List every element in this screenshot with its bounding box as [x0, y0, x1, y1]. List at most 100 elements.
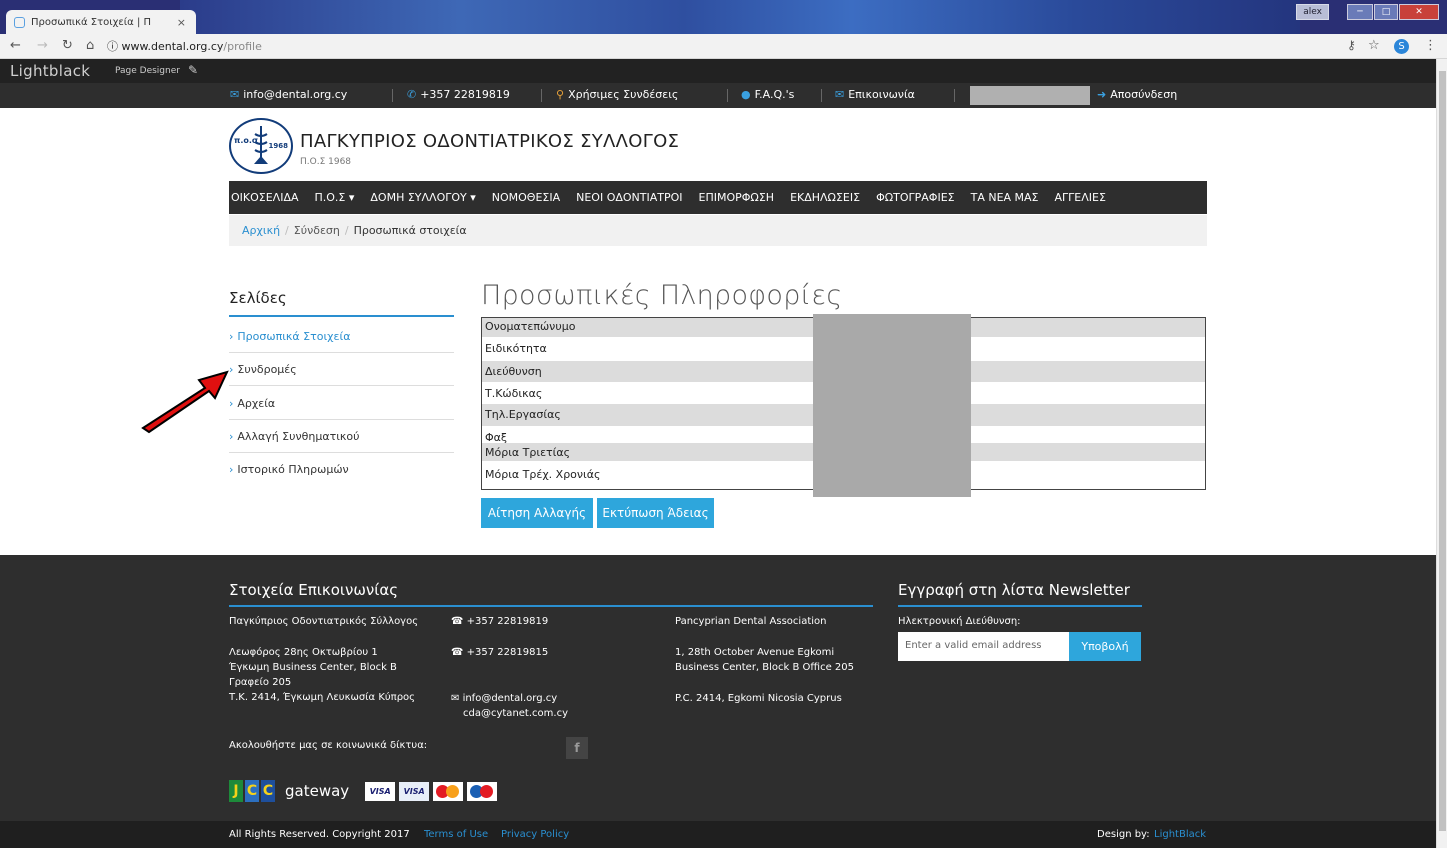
- topbar-logout[interactable]: ➜ Αποσύνδεση: [1097, 88, 1177, 101]
- footer-fax: ☎ +357 22819815: [451, 645, 548, 660]
- nav-item-new-dentists[interactable]: ΝΕΟΙ ΟΔΟΝΤΙΑΤΡΟΙ: [568, 191, 690, 204]
- address-english-line1: 1, 28th October Avenue Egkomi: [675, 647, 835, 658]
- sidebar-item-label: Αρχεία: [237, 397, 276, 410]
- row-label: Τηλ.Εργασίας: [485, 408, 561, 421]
- maximize-icon[interactable]: □: [1374, 4, 1398, 20]
- maestro-logo: [467, 781, 498, 801]
- address-greek-line3: Γραφείο 205: [229, 677, 292, 688]
- site-subtitle: Π.Ο.Σ 1968: [300, 157, 352, 167]
- nav-item-ads[interactable]: ΑΓΓΕΛΙΕΣ: [1047, 191, 1114, 204]
- pencil-icon[interactable]: ✎: [188, 63, 198, 77]
- breadcrumb-home[interactable]: Αρχική: [242, 224, 280, 237]
- url-field[interactable]: ⓘ www.dental.org.cy/profile: [107, 38, 262, 54]
- newsletter-title: Εγγραφή στη λίστα Newsletter: [898, 581, 1142, 607]
- page-scrollbar[interactable]: [1436, 59, 1447, 848]
- breadcrumb-separator: /: [285, 224, 289, 237]
- profile-badge[interactable]: alex: [1296, 4, 1329, 20]
- browser-tab[interactable]: Προσωπικά Στοιχεία | Π ×: [6, 10, 196, 34]
- breadcrumb-login[interactable]: Σύνδεση: [294, 224, 340, 237]
- topbar-phone[interactable]: ✆ +357 22819819: [407, 88, 510, 101]
- site-title[interactable]: ΠΑΓΚΥΠΡΙΟΣ ΟΔΟΝΤΙΑΤΡΙΚΟΣ ΣΥΛΛΟΓΟΣ: [300, 131, 679, 152]
- sidebar-item-label: Ιστορικό Πληρωμών: [237, 463, 349, 476]
- request-change-button[interactable]: Αίτηση Αλλαγής: [481, 498, 593, 528]
- newsletter-email-label: Ηλεκτρονική Διεύθυνση:: [898, 616, 1021, 627]
- facebook-icon[interactable]: f: [566, 737, 588, 759]
- footer-tel-text: +357 22819819: [466, 616, 549, 627]
- sidebar-item-label: Προσωπικά Στοιχεία: [237, 330, 351, 343]
- phone-icon: ☎: [451, 616, 467, 627]
- extension-icon[interactable]: S: [1394, 39, 1409, 54]
- tab-title: Προσωπικά Στοιχεία | Π: [31, 16, 152, 28]
- footer-email-2[interactable]: cda@cytanet.com.cy: [463, 706, 568, 721]
- star-icon[interactable]: ☆: [1368, 38, 1380, 53]
- nav-item-structure[interactable]: ΔΟΜΗ ΣΥΛΛΟΓΟΥ ▾: [362, 191, 483, 204]
- menu-icon[interactable]: ⋮: [1424, 38, 1437, 53]
- copyright-text: All Rights Reserved. Copyright 2017: [229, 829, 410, 840]
- home-icon[interactable]: ⌂: [86, 38, 94, 53]
- topbar-faq[interactable]: ● F.A.Q.'s: [741, 88, 794, 101]
- sidebar-item-files[interactable]: › Αρχεία: [229, 387, 454, 420]
- back-icon[interactable]: ←: [10, 38, 21, 53]
- nav-item-training[interactable]: ΕΠΙΜΟΡΦΩΣΗ: [691, 191, 783, 204]
- row-label: Ονοματεπώνυμο: [485, 320, 576, 333]
- mastercard-logo: [433, 781, 464, 801]
- sidebar-item-personal-info[interactable]: › Προσωπικά Στοιχεία: [229, 320, 454, 353]
- topbar-links[interactable]: ⚲ Χρήσιμες Συνδέσεις: [556, 88, 678, 101]
- newsletter-submit-button[interactable]: Υποβολή: [1069, 632, 1141, 661]
- nav-item-events[interactable]: ΕΚΔΗΛΩΣΕΙΣ: [782, 191, 868, 204]
- sidebar-item-label: Συνδρομές: [237, 363, 297, 376]
- divider: [392, 89, 393, 102]
- sidebar-item-payment-history[interactable]: › Ιστορικό Πληρωμών: [229, 453, 454, 486]
- minimize-icon[interactable]: ─: [1347, 4, 1373, 20]
- visa-electron-logo: VISA: [399, 781, 430, 801]
- footer-fax-text: +357 22819815: [466, 647, 549, 658]
- sidebar-item-subscriptions[interactable]: › Συνδρομές: [229, 353, 454, 386]
- nav-item-pos[interactable]: Π.Ο.Σ ▾: [307, 191, 363, 204]
- mail-icon: ✉: [835, 88, 845, 101]
- gateway-label: gateway: [285, 782, 350, 800]
- breadcrumb-current: Προσωπικά στοιχεία: [353, 224, 467, 237]
- copyright-bar: All Rights Reserved. Copyright 2017 Term…: [0, 821, 1436, 848]
- page-designer-label[interactable]: Page Designer: [115, 66, 180, 76]
- footer-email[interactable]: ✉ info@dental.org.cy: [451, 691, 557, 706]
- logo-text-right: 1968: [268, 142, 288, 150]
- lightblack-logo[interactable]: Lightblack: [10, 62, 90, 80]
- association-logo[interactable]: π.ο.σ 1968: [229, 118, 293, 174]
- topbar-contact[interactable]: ✉ Επικοινωνία: [835, 88, 915, 101]
- phone-icon: ✆: [407, 88, 417, 101]
- address-greek-line4: Τ.Κ. 2414, Έγκωμη Λευκωσία Κύπρος: [229, 692, 416, 703]
- print-license-button[interactable]: Εκτύπωση Άδειας: [597, 498, 714, 528]
- privacy-link[interactable]: Privacy Policy: [501, 829, 569, 840]
- row-label: Διεύθυνση: [485, 365, 542, 378]
- reload-icon[interactable]: ↻: [62, 38, 73, 53]
- topbar-email[interactable]: ✉ info@dental.org.cy: [230, 88, 347, 101]
- footer-contact-title: Στοιχεία Επικοινωνίας: [229, 581, 873, 607]
- jcc-letter-c2: C: [261, 780, 275, 802]
- topbar-faq-text: F.A.Q.'s: [754, 88, 795, 101]
- nav-item-news[interactable]: ΤΑ ΝΕΑ ΜΑΣ: [963, 191, 1047, 204]
- nav-item-home[interactable]: ΟΙΚΟΣΕΛΙΔΑ: [231, 191, 307, 204]
- url-path: /profile: [223, 40, 262, 53]
- design-by-link[interactable]: LightBlack: [1154, 829, 1206, 840]
- info-icon: ⓘ: [107, 40, 118, 53]
- nav-item-legislation[interactable]: ΝΟΜΟΘΕΣΙΑ: [484, 191, 568, 204]
- address-greek-line2: Έγκωμη Business Center, Block B: [229, 662, 397, 673]
- page-title: Προσωπικές Πληροφορίες: [481, 280, 843, 311]
- scrollbar-thumb[interactable]: [1439, 71, 1446, 831]
- address-greek-line1: Λεωφόρος 28ης Οκτωβρίου 1: [229, 647, 378, 658]
- address-english-line3: P.C. 2414, Egkomi Nicosia Cyprus: [675, 693, 842, 704]
- tab-close-icon[interactable]: ×: [177, 16, 186, 29]
- newsletter-email-input[interactable]: Enter a valid email address: [898, 632, 1069, 661]
- terms-link[interactable]: Terms of Use: [424, 829, 488, 840]
- sidebar-item-label: Αλλαγή Συνθηματικού: [237, 430, 360, 443]
- close-window-icon[interactable]: ✕: [1399, 4, 1439, 20]
- envelope-open-icon: ✉: [451, 693, 463, 704]
- forward-icon[interactable]: →: [37, 38, 48, 53]
- jcc-letter-j: J: [229, 780, 243, 802]
- key-icon[interactable]: ⚷: [1347, 38, 1356, 52]
- nav-item-photos[interactable]: ΦΩΤΟΓΡΑΦΙΕΣ: [868, 191, 963, 204]
- breadcrumb: Αρχική / Σύνδεση / Προσωπικά στοιχεία: [229, 215, 1207, 246]
- sidebar-item-change-password[interactable]: › Αλλαγή Συνθηματικού: [229, 420, 454, 453]
- divider: [821, 89, 822, 102]
- address-bar: ← → ↻ ⌂ ⓘ www.dental.org.cy/profile ⚷ ☆ …: [0, 34, 1447, 59]
